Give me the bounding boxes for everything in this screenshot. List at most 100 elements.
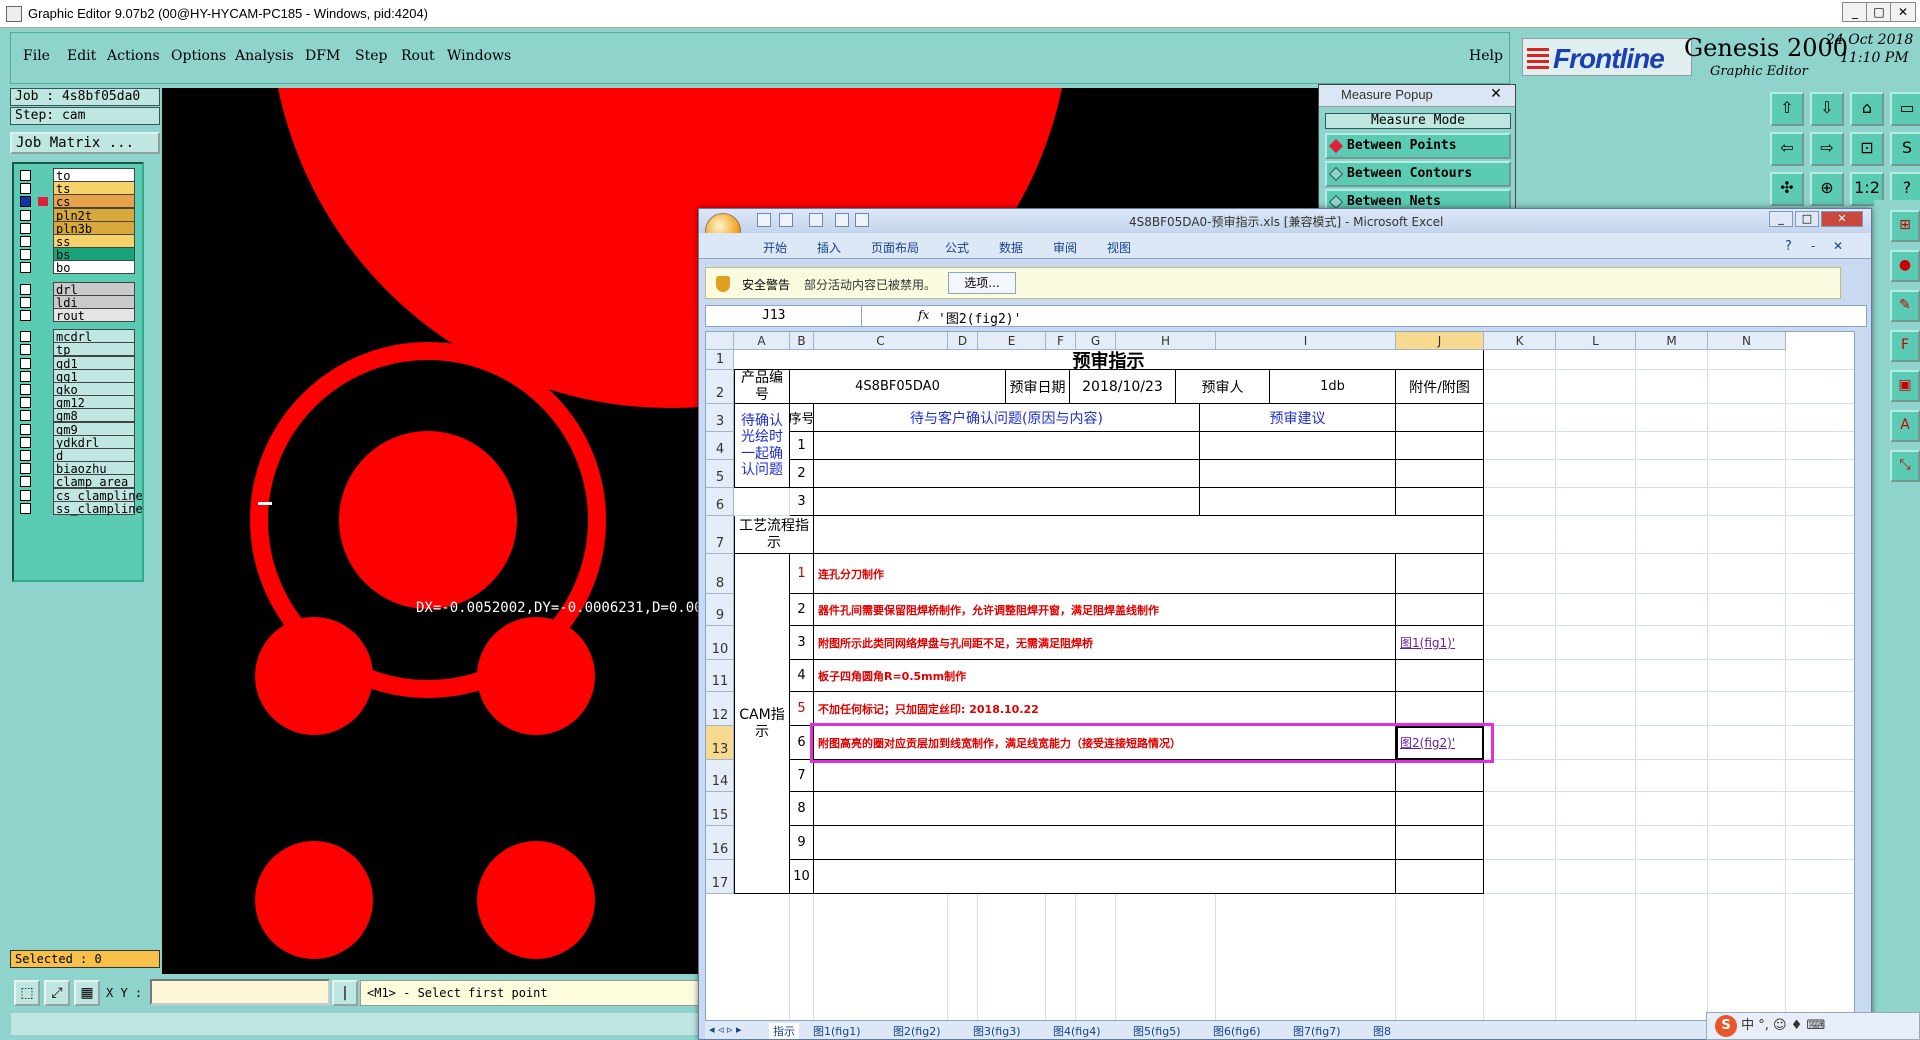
tab-data[interactable]: 数据: [999, 239, 1023, 256]
seq-label[interactable]: 序号: [790, 404, 814, 432]
cam-attach[interactable]: [1396, 594, 1484, 626]
layer-checkbox[interactable]: [20, 397, 31, 409]
close-button[interactable]: ✕: [1890, 2, 1916, 22]
tool-frame-icon[interactable]: ▭: [1890, 92, 1920, 126]
select-all-corner[interactable]: [706, 332, 734, 350]
tool-s-icon[interactable]: S: [1890, 132, 1920, 166]
layer-name[interactable]: biaozhu: [53, 461, 135, 476]
layer-checkbox[interactable]: [20, 196, 31, 208]
row-header[interactable]: 9: [706, 594, 734, 626]
xy-input[interactable]: [150, 979, 330, 1005]
excel-restore-button[interactable]: □: [1795, 211, 1819, 227]
attach-label[interactable]: 附件/附图: [1396, 370, 1484, 404]
strip-tool-7-icon[interactable]: ⤡: [1890, 450, 1920, 482]
tool-fit-icon[interactable]: ⊡: [1850, 132, 1884, 166]
row-header[interactable]: 10: [706, 626, 734, 660]
layer-row-rout[interactable]: rout: [18, 308, 144, 323]
date-label[interactable]: 预审日期: [1006, 370, 1070, 404]
layer-name[interactable]: drl: [53, 281, 135, 297]
sheet-nav-icon[interactable]: ◂ ◃ ▹ ▸: [709, 1023, 742, 1036]
strip-tool-2-icon[interactable]: ●: [1890, 250, 1920, 282]
layer-name[interactable]: tp: [53, 342, 135, 357]
sheet-tab[interactable]: 指示: [769, 1023, 799, 1039]
row-header[interactable]: 3: [706, 404, 734, 432]
redo-icon[interactable]: [809, 213, 823, 227]
layer-name[interactable]: ldi: [53, 294, 135, 310]
process-cell[interactable]: [814, 516, 1484, 554]
attach-cell[interactable]: [1396, 488, 1484, 516]
cam-label[interactable]: CAM指示: [734, 554, 790, 894]
tool-right-icon[interactable]: ⇨: [1810, 132, 1844, 166]
layer-checkbox[interactable]: [20, 450, 31, 461]
layer-name[interactable]: ydkdrl: [53, 434, 135, 450]
layer-checkbox[interactable]: [20, 262, 31, 274]
question-cell[interactable]: [814, 488, 1200, 516]
layer-checkbox[interactable]: [20, 357, 31, 369]
column-header[interactable]: B: [790, 332, 814, 350]
attach-cell[interactable]: [1396, 460, 1484, 488]
confirm-num[interactable]: 1: [790, 432, 814, 460]
sogou-icon[interactable]: S: [1715, 1014, 1737, 1037]
cam-text[interactable]: 器件孔间需要保留阻焊桥制作，允许调整阻焊开窗，满足阻焊盖线制作: [814, 594, 1396, 626]
layer-checkbox[interactable]: [20, 476, 31, 488]
measure-between-contours[interactable]: Between Contours: [1325, 161, 1511, 187]
layer-checkbox[interactable]: [20, 344, 31, 356]
suggestion-cell[interactable]: [1200, 460, 1396, 488]
layer-checkbox[interactable]: [20, 183, 31, 195]
ribbon-close-icon[interactable]: ✕: [1833, 239, 1843, 253]
row-header[interactable]: 8: [706, 554, 734, 594]
column-header[interactable]: H: [1116, 332, 1216, 350]
tab-insert[interactable]: 插入: [817, 239, 841, 256]
strip-tool-6-icon[interactable]: A: [1890, 410, 1920, 442]
suggestion-label[interactable]: 预审建议: [1200, 404, 1396, 432]
row-header[interactable]: 15: [706, 792, 734, 826]
minimize-button[interactable]: _: [1842, 2, 1868, 22]
layer-checkbox[interactable]: [20, 384, 31, 395]
date-value[interactable]: 2018/10/23: [1070, 370, 1176, 404]
column-header[interactable]: K: [1484, 332, 1556, 350]
menu-file[interactable]: File: [23, 48, 50, 64]
layer-name[interactable]: mcdrl: [53, 329, 135, 344]
row-header[interactable]: 17: [706, 860, 734, 894]
row-header[interactable]: 6: [706, 488, 734, 516]
cam-text[interactable]: 板子四角圆角R=0.5mm制作: [814, 660, 1396, 692]
excel-minimize-button[interactable]: _: [1769, 211, 1793, 227]
layer-name[interactable]: pln2t: [53, 207, 135, 223]
layer-name[interactable]: pln3b: [53, 220, 135, 236]
column-header[interactable]: I: [1216, 332, 1396, 350]
ribbon-minimize-icon[interactable]: -: [1811, 239, 1815, 253]
cam-num[interactable]: 4: [790, 660, 814, 692]
column-header[interactable]: J: [1396, 332, 1484, 350]
layer-checkbox[interactable]: [20, 423, 31, 435]
cam-attach[interactable]: [1396, 692, 1484, 726]
strip-tool-4-icon[interactable]: F: [1890, 330, 1920, 362]
reviewer-value[interactable]: 1db: [1270, 370, 1396, 404]
process-label[interactable]: 工艺流程指示: [734, 516, 814, 554]
measure-between-points[interactable]: Between Points: [1325, 133, 1511, 159]
menu-actions[interactable]: Actions: [107, 48, 160, 64]
confirm-label[interactable]: 待确认光绘时一起确认问题: [734, 404, 790, 488]
cam-text[interactable]: [814, 860, 1396, 894]
layer-name[interactable]: gm8: [53, 408, 135, 423]
suggestion-cell[interactable]: [1200, 488, 1396, 516]
attach-cell[interactable]: [1396, 404, 1484, 432]
sheet-tab[interactable]: 图6(fig6): [1213, 1023, 1261, 1039]
spreadsheet[interactable]: A B C D E F G H I J K L M N 1 2 3 4 5 6 7 8 9 10 11 12 13 14 15 16 17 预…: [705, 331, 1855, 1021]
column-header[interactable]: F: [1046, 332, 1076, 350]
cam-num[interactable]: 1: [790, 554, 814, 594]
sheet-tab[interactable]: 图2(fig2): [893, 1023, 941, 1039]
layer-checkbox[interactable]: [20, 283, 31, 295]
layer-name[interactable]: gm12: [53, 395, 135, 410]
pan-tool-icon[interactable]: ⤢: [44, 980, 70, 1006]
active-cell-j13[interactable]: [1396, 726, 1484, 760]
row-header[interactable]: 2: [706, 370, 734, 404]
cam-num[interactable]: 8: [790, 792, 814, 826]
security-options-button[interactable]: 选项...: [948, 272, 1016, 294]
layer-name[interactable]: clamp_area: [53, 474, 135, 489]
layer-checkbox[interactable]: [20, 209, 31, 221]
confirm-num[interactable]: 3: [790, 488, 814, 516]
tab-page-layout[interactable]: 页面布局: [871, 239, 919, 256]
cam-text[interactable]: 不加任何标记；只加固定丝印: 2018.10.22: [814, 692, 1396, 726]
measure-close-icon[interactable]: ✕: [1485, 87, 1507, 103]
menu-analysis[interactable]: Analysis: [235, 48, 294, 64]
